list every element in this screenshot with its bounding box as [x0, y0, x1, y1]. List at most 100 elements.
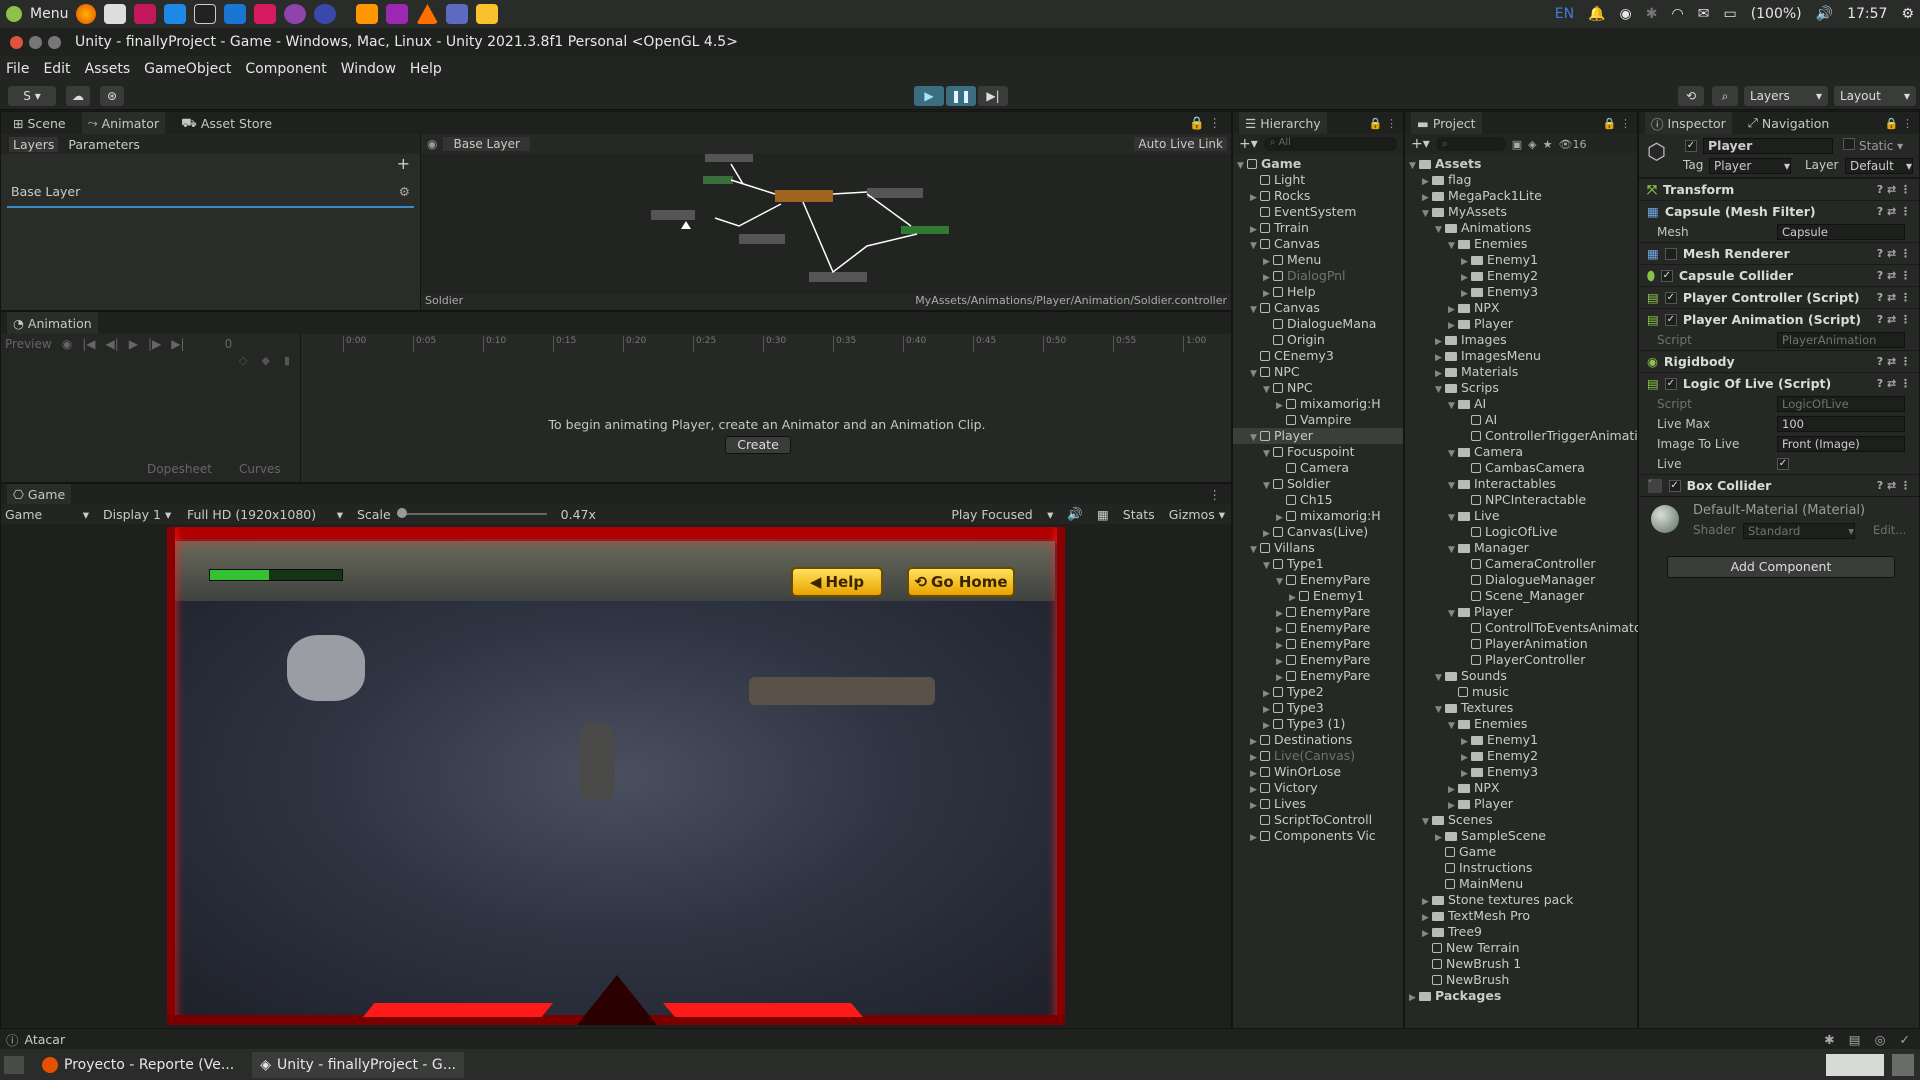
- project-item[interactable]: ▼ Manager: [1405, 540, 1637, 556]
- eclipse-icon[interactable]: [314, 4, 337, 24]
- vlc-icon[interactable]: [416, 4, 439, 24]
- tab-game[interactable]: ⎔ Game: [7, 484, 72, 504]
- menu-help[interactable]: Help: [410, 61, 442, 77]
- hierarchy-item[interactable]: Camera: [1233, 460, 1403, 476]
- hierarchy-item[interactable]: ▼ Villans: [1233, 540, 1403, 556]
- blender-icon[interactable]: [356, 4, 379, 24]
- project-item[interactable]: ▶ SampleScene: [1405, 828, 1637, 844]
- menu-gameobject[interactable]: GameObject: [144, 61, 231, 77]
- hierarchy-item[interactable]: ▶ Canvas(Live): [1233, 524, 1403, 540]
- hierarchy-item[interactable]: Light: [1233, 172, 1403, 188]
- project-item[interactable]: ▶ Enemy2: [1405, 268, 1637, 284]
- tab-asset-store[interactable]: ⛟ Asset Store: [175, 112, 278, 134]
- dopesheet-tab[interactable]: Dopesheet: [147, 462, 212, 476]
- live-checkbox[interactable]: ✓: [1777, 458, 1789, 470]
- taskbar-item-firefox[interactable]: Proyecto - Reporte (Ve...: [34, 1056, 242, 1073]
- project-item[interactable]: Game: [1405, 844, 1637, 860]
- hierarchy-item[interactable]: ▼ Player: [1233, 428, 1403, 444]
- hierarchy-item[interactable]: ▶ Type3 (1): [1233, 716, 1403, 732]
- project-lock-icon[interactable]: 🔒 ⋮: [1603, 117, 1637, 130]
- logic-of-live-checkbox[interactable]: ✓: [1664, 377, 1677, 390]
- image-to-live-field[interactable]: Front (Image): [1777, 436, 1905, 452]
- default-state-node[interactable]: [775, 190, 833, 202]
- hierarchy-item[interactable]: ▶ EnemyPare: [1233, 620, 1403, 636]
- mute-audio-icon[interactable]: 🔊: [1067, 506, 1083, 522]
- logic-of-live-component[interactable]: ▤ ✓ Logic Of Live (Script)? ⇄ ⋮: [1639, 372, 1919, 394]
- project-item[interactable]: ▼ Interactables: [1405, 476, 1637, 492]
- collab-icon[interactable]: ⊛: [100, 86, 124, 106]
- hierarchy-item[interactable]: ▶ mixamorig:H: [1233, 396, 1403, 412]
- project-item[interactable]: ▶ TextMesh Pro: [1405, 908, 1637, 924]
- project-item[interactable]: ▶ Images: [1405, 332, 1637, 348]
- hierarchy-item[interactable]: ▶ mixamorig:H: [1233, 508, 1403, 524]
- panel-lock-icon[interactable]: 🔒 ⋮: [1189, 115, 1231, 131]
- preview-toggle[interactable]: Preview: [5, 337, 52, 351]
- curves-tab[interactable]: Curves: [239, 462, 281, 476]
- play-anim-icon[interactable]: ▶: [129, 337, 138, 351]
- layers-dropdown[interactable]: Layers ▾: [1744, 86, 1828, 106]
- project-item[interactable]: NewBrush: [1405, 972, 1637, 988]
- mesh-renderer-checkbox[interactable]: [1664, 247, 1677, 260]
- project-item[interactable]: ▶ Enemy3: [1405, 764, 1637, 780]
- prev-key-icon[interactable]: ◀|: [105, 337, 118, 351]
- hierarchy-item[interactable]: ▶ EnemyPare: [1233, 652, 1403, 668]
- menu-file[interactable]: File: [6, 61, 29, 77]
- menu-component[interactable]: Component: [245, 61, 326, 77]
- project-item[interactable]: ▶ Enemy3: [1405, 284, 1637, 300]
- taskbar-item-unity[interactable]: ◈ Unity - finallyProject - G...: [252, 1051, 465, 1078]
- wifi-icon[interactable]: ◠: [1672, 6, 1684, 22]
- state-node[interactable]: [651, 210, 695, 220]
- hierarchy-search-input[interactable]: ⌕ All: [1263, 137, 1397, 151]
- settings-icon[interactable]: ⚙: [1901, 6, 1914, 22]
- active-checkbox[interactable]: ✓: [1685, 140, 1697, 152]
- parameters-tab[interactable]: Parameters: [68, 137, 140, 152]
- expand-arrow-icon[interactable]: ▶: [1409, 990, 1419, 1006]
- state-node[interactable]: [901, 226, 949, 234]
- component-buttons[interactable]: ? ⇄ ⋮: [1877, 247, 1919, 260]
- tab-animator[interactable]: ⤳ Animator: [81, 112, 166, 134]
- breadcrumb[interactable]: Base Layer: [443, 137, 530, 151]
- menu-icon[interactable]: [6, 6, 22, 22]
- create-object-button[interactable]: +▾: [1239, 136, 1258, 152]
- unity-hub-icon[interactable]: [104, 4, 127, 24]
- search-icon[interactable]: ⌕: [1712, 86, 1738, 106]
- box-collider-component[interactable]: ⬛ ✓ Box Collider? ⇄ ⋮: [1639, 474, 1919, 496]
- project-item[interactable]: CambasCamera: [1405, 460, 1637, 476]
- component-buttons[interactable]: ? ⇄ ⋮: [1877, 377, 1919, 390]
- component-buttons[interactable]: ? ⇄ ⋮: [1877, 479, 1919, 492]
- hierarchy-item[interactable]: ▶ Lives: [1233, 796, 1403, 812]
- hierarchy-item[interactable]: ▼ Type1: [1233, 556, 1403, 572]
- component-buttons[interactable]: ? ⇄ ⋮: [1877, 205, 1919, 218]
- project-item[interactable]: ▶ Materials: [1405, 364, 1637, 380]
- project-item[interactable]: ▶ Packages: [1405, 988, 1637, 1004]
- hierarchy-item[interactable]: ▶ Type2: [1233, 684, 1403, 700]
- hierarchy-item[interactable]: ▶ Destinations: [1233, 732, 1403, 748]
- menu-window[interactable]: Window: [341, 61, 396, 77]
- vs-icon[interactable]: [284, 4, 307, 24]
- image-viewer-icon[interactable]: [386, 4, 409, 24]
- go-home-button[interactable]: ⟲ Go Home: [907, 567, 1015, 597]
- mesh-filter-component[interactable]: ▦ Capsule (Mesh Filter)? ⇄ ⋮: [1639, 200, 1919, 222]
- cloud-icon[interactable]: ☁: [66, 86, 90, 106]
- hierarchy-item[interactable]: ▼ EnemyPare: [1233, 572, 1403, 588]
- hierarchy-item[interactable]: ScriptToControll: [1233, 812, 1403, 828]
- hierarchy-item[interactable]: ▼ Canvas: [1233, 300, 1403, 316]
- workspace-1-icon[interactable]: [1826, 1053, 1884, 1076]
- last-key-icon[interactable]: ▶|: [171, 337, 184, 351]
- player-controller-component[interactable]: ▤ ✓ Player Controller (Script)? ⇄ ⋮: [1639, 286, 1919, 308]
- language-indicator[interactable]: EN: [1555, 6, 1574, 22]
- project-item[interactable]: ▼ Scenes: [1405, 812, 1637, 828]
- close-window-button[interactable]: [10, 35, 23, 49]
- help-button[interactable]: ◀ Help: [791, 567, 883, 597]
- project-item[interactable]: ▼ AI: [1405, 396, 1637, 412]
- transform-component[interactable]: ⤧ Transform? ⇄ ⋮: [1639, 178, 1919, 200]
- hierarchy-item[interactable]: ▶ Victory: [1233, 780, 1403, 796]
- static-checkbox[interactable]: Static ▾: [1843, 138, 1903, 153]
- project-item[interactable]: ControllerTriggerAnimati: [1405, 428, 1638, 444]
- project-item[interactable]: ▼ Enemies: [1405, 716, 1637, 732]
- status-message[interactable]: Atacar: [25, 1032, 66, 1047]
- workspace-2-icon[interactable]: [1892, 1053, 1914, 1076]
- project-item[interactable]: ▶ Stone textures pack: [1405, 892, 1637, 908]
- hierarchy-item[interactable]: ▶ Components Vic: [1233, 828, 1403, 844]
- event-marker-icon[interactable]: ▮: [284, 354, 290, 374]
